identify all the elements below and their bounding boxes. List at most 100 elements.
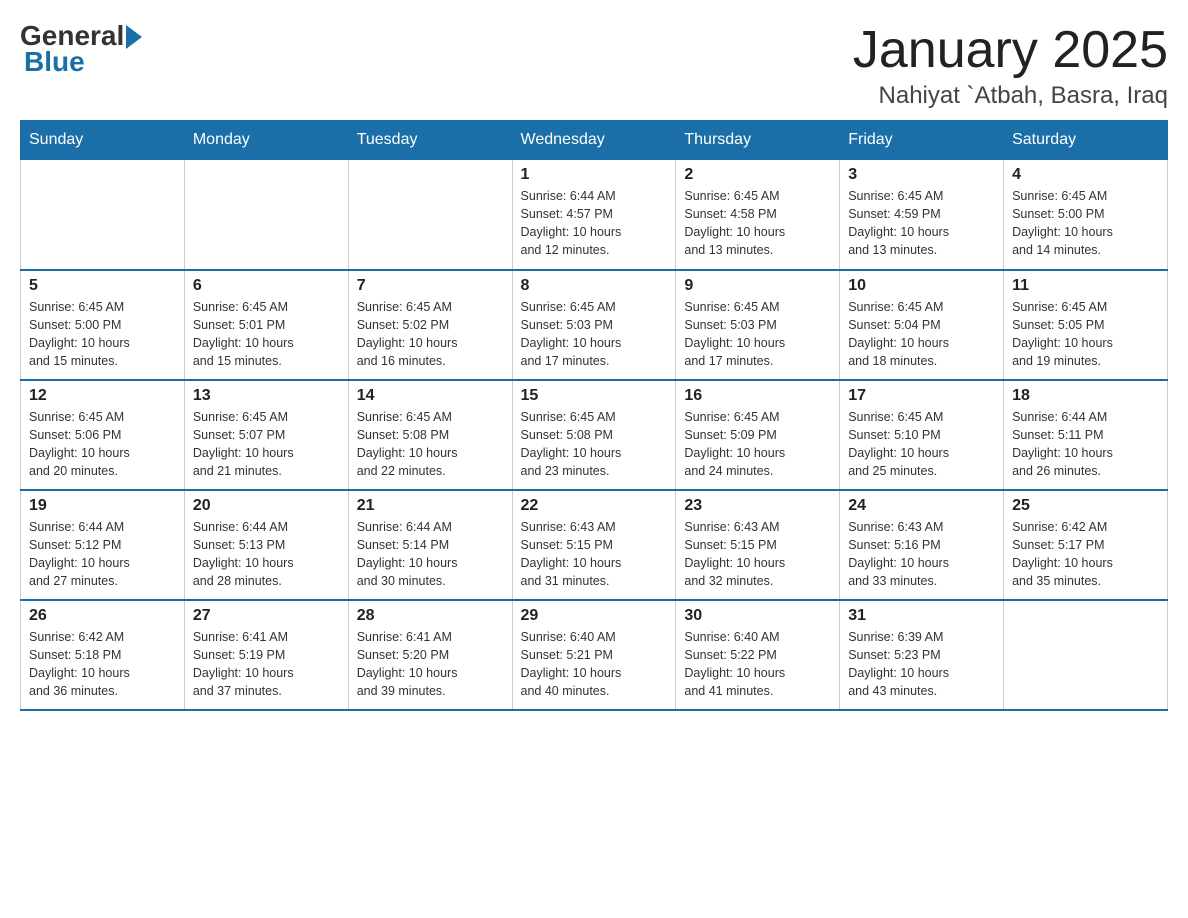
day-info: Sunrise: 6:41 AM Sunset: 5:20 PM Dayligh… (357, 628, 504, 701)
calendar-cell: 14 Sunrise: 6:45 AM Sunset: 5:08 PM Dayli… (348, 380, 512, 490)
calendar-week-row: 12 Sunrise: 6:45 AM Sunset: 5:06 PM Dayli… (21, 380, 1168, 490)
day-number: 2 (684, 166, 831, 184)
day-number: 3 (848, 166, 995, 184)
day-number: 18 (1012, 387, 1159, 405)
calendar-week-row: 5 Sunrise: 6:45 AM Sunset: 5:00 PM Daylig… (21, 270, 1168, 380)
calendar-cell: 25 Sunrise: 6:42 AM Sunset: 5:17 PM Dayli… (1004, 490, 1168, 600)
calendar-cell: 12 Sunrise: 6:45 AM Sunset: 5:06 PM Dayli… (21, 380, 185, 490)
logo-blue-text: Blue (24, 46, 85, 78)
day-number: 22 (521, 497, 668, 515)
day-number: 25 (1012, 497, 1159, 515)
day-info: Sunrise: 6:45 AM Sunset: 5:00 PM Dayligh… (1012, 187, 1159, 260)
calendar-header-row: SundayMondayTuesdayWednesdayThursdayFrid… (21, 121, 1168, 160)
calendar-cell: 5 Sunrise: 6:45 AM Sunset: 5:00 PM Daylig… (21, 270, 185, 380)
day-number: 6 (193, 277, 340, 295)
calendar-cell: 18 Sunrise: 6:44 AM Sunset: 5:11 PM Dayli… (1004, 380, 1168, 490)
day-info: Sunrise: 6:45 AM Sunset: 5:03 PM Dayligh… (684, 298, 831, 371)
calendar-table: SundayMondayTuesdayWednesdayThursdayFrid… (20, 120, 1168, 711)
calendar-cell: 6 Sunrise: 6:45 AM Sunset: 5:01 PM Daylig… (184, 270, 348, 380)
day-number: 19 (29, 497, 176, 515)
calendar-cell: 17 Sunrise: 6:45 AM Sunset: 5:10 PM Dayli… (840, 380, 1004, 490)
calendar-cell: 10 Sunrise: 6:45 AM Sunset: 5:04 PM Dayli… (840, 270, 1004, 380)
day-number: 21 (357, 497, 504, 515)
day-info: Sunrise: 6:44 AM Sunset: 5:12 PM Dayligh… (29, 518, 176, 591)
calendar-cell: 28 Sunrise: 6:41 AM Sunset: 5:20 PM Dayli… (348, 600, 512, 710)
day-number: 31 (848, 607, 995, 625)
day-info: Sunrise: 6:45 AM Sunset: 5:08 PM Dayligh… (357, 408, 504, 481)
calendar-day-header: Friday (840, 121, 1004, 160)
calendar-cell: 8Sunrise: 6:45 AM Sunset: 5:03 PM Daylig… (512, 270, 676, 380)
day-number: 16 (684, 387, 831, 405)
calendar-day-header: Monday (184, 121, 348, 160)
calendar-cell: 27Sunrise: 6:41 AM Sunset: 5:19 PM Dayli… (184, 600, 348, 710)
calendar-cell: 15 Sunrise: 6:45 AM Sunset: 5:08 PM Dayli… (512, 380, 676, 490)
calendar-cell: 23 Sunrise: 6:43 AM Sunset: 5:15 PM Dayli… (676, 490, 840, 600)
day-number: 26 (29, 607, 176, 625)
day-number: 1 (521, 166, 668, 184)
day-info: Sunrise: 6:45 AM Sunset: 5:05 PM Dayligh… (1012, 298, 1159, 371)
day-number: 17 (848, 387, 995, 405)
day-info: Sunrise: 6:45 AM Sunset: 4:58 PM Dayligh… (684, 187, 831, 260)
day-info: Sunrise: 6:44 AM Sunset: 5:11 PM Dayligh… (1012, 408, 1159, 481)
calendar-cell: 7 Sunrise: 6:45 AM Sunset: 5:02 PM Daylig… (348, 270, 512, 380)
calendar-body: 1 Sunrise: 6:44 AM Sunset: 4:57 PM Daylig… (21, 160, 1168, 710)
day-info: Sunrise: 6:45 AM Sunset: 5:10 PM Dayligh… (848, 408, 995, 481)
calendar-cell: 19 Sunrise: 6:44 AM Sunset: 5:12 PM Dayli… (21, 490, 185, 600)
day-info: Sunrise: 6:45 AM Sunset: 5:03 PM Dayligh… (521, 298, 668, 371)
day-info: Sunrise: 6:45 AM Sunset: 5:09 PM Dayligh… (684, 408, 831, 481)
calendar-cell: 13 Sunrise: 6:45 AM Sunset: 5:07 PM Dayli… (184, 380, 348, 490)
day-info: Sunrise: 6:45 AM Sunset: 5:02 PM Dayligh… (357, 298, 504, 371)
day-number: 7 (357, 277, 504, 295)
day-info: Sunrise: 6:40 AM Sunset: 5:21 PM Dayligh… (521, 628, 668, 701)
calendar-cell: 21 Sunrise: 6:44 AM Sunset: 5:14 PM Dayli… (348, 490, 512, 600)
calendar-day-header: Wednesday (512, 121, 676, 160)
calendar-cell (184, 160, 348, 270)
day-info: Sunrise: 6:45 AM Sunset: 5:04 PM Dayligh… (848, 298, 995, 371)
day-number: 14 (357, 387, 504, 405)
calendar-cell (1004, 600, 1168, 710)
calendar-cell: 20Sunrise: 6:44 AM Sunset: 5:13 PM Dayli… (184, 490, 348, 600)
day-info: Sunrise: 6:45 AM Sunset: 5:08 PM Dayligh… (521, 408, 668, 481)
calendar-cell (348, 160, 512, 270)
day-info: Sunrise: 6:45 AM Sunset: 5:06 PM Dayligh… (29, 408, 176, 481)
day-number: 13 (193, 387, 340, 405)
day-info: Sunrise: 6:45 AM Sunset: 5:01 PM Dayligh… (193, 298, 340, 371)
day-number: 28 (357, 607, 504, 625)
day-info: Sunrise: 6:42 AM Sunset: 5:18 PM Dayligh… (29, 628, 176, 701)
calendar-day-header: Tuesday (348, 121, 512, 160)
calendar-day-header: Sunday (21, 121, 185, 160)
day-number: 23 (684, 497, 831, 515)
day-number: 15 (521, 387, 668, 405)
day-info: Sunrise: 6:40 AM Sunset: 5:22 PM Dayligh… (684, 628, 831, 701)
day-info: Sunrise: 6:44 AM Sunset: 4:57 PM Dayligh… (521, 187, 668, 260)
day-info: Sunrise: 6:45 AM Sunset: 5:07 PM Dayligh… (193, 408, 340, 481)
calendar-cell: 2 Sunrise: 6:45 AM Sunset: 4:58 PM Daylig… (676, 160, 840, 270)
day-info: Sunrise: 6:43 AM Sunset: 5:15 PM Dayligh… (684, 518, 831, 591)
calendar-cell: 16 Sunrise: 6:45 AM Sunset: 5:09 PM Dayli… (676, 380, 840, 490)
calendar-cell: 22 Sunrise: 6:43 AM Sunset: 5:15 PM Dayli… (512, 490, 676, 600)
calendar-cell: 30 Sunrise: 6:40 AM Sunset: 5:22 PM Dayli… (676, 600, 840, 710)
logo: General Blue (20, 20, 142, 78)
day-info: Sunrise: 6:45 AM Sunset: 4:59 PM Dayligh… (848, 187, 995, 260)
day-info: Sunrise: 6:43 AM Sunset: 5:15 PM Dayligh… (521, 518, 668, 591)
calendar-cell: 3 Sunrise: 6:45 AM Sunset: 4:59 PM Daylig… (840, 160, 1004, 270)
day-info: Sunrise: 6:44 AM Sunset: 5:13 PM Dayligh… (193, 518, 340, 591)
day-number: 10 (848, 277, 995, 295)
day-info: Sunrise: 6:42 AM Sunset: 5:17 PM Dayligh… (1012, 518, 1159, 591)
calendar-cell: 11Sunrise: 6:45 AM Sunset: 5:05 PM Dayli… (1004, 270, 1168, 380)
calendar-week-row: 1 Sunrise: 6:44 AM Sunset: 4:57 PM Daylig… (21, 160, 1168, 270)
day-number: 30 (684, 607, 831, 625)
day-info: Sunrise: 6:45 AM Sunset: 5:00 PM Dayligh… (29, 298, 176, 371)
day-number: 5 (29, 277, 176, 295)
calendar-week-row: 19 Sunrise: 6:44 AM Sunset: 5:12 PM Dayli… (21, 490, 1168, 600)
day-info: Sunrise: 6:39 AM Sunset: 5:23 PM Dayligh… (848, 628, 995, 701)
calendar-day-header: Thursday (676, 121, 840, 160)
day-info: Sunrise: 6:44 AM Sunset: 5:14 PM Dayligh… (357, 518, 504, 591)
page-header: General Blue January 2025 Nahiyat `Atbah… (20, 20, 1168, 110)
calendar-cell: 29Sunrise: 6:40 AM Sunset: 5:21 PM Dayli… (512, 600, 676, 710)
calendar-cell: 1 Sunrise: 6:44 AM Sunset: 4:57 PM Daylig… (512, 160, 676, 270)
day-info: Sunrise: 6:43 AM Sunset: 5:16 PM Dayligh… (848, 518, 995, 591)
calendar-week-row: 26 Sunrise: 6:42 AM Sunset: 5:18 PM Dayli… (21, 600, 1168, 710)
month-title: January 2025 (853, 20, 1168, 80)
day-number: 12 (29, 387, 176, 405)
